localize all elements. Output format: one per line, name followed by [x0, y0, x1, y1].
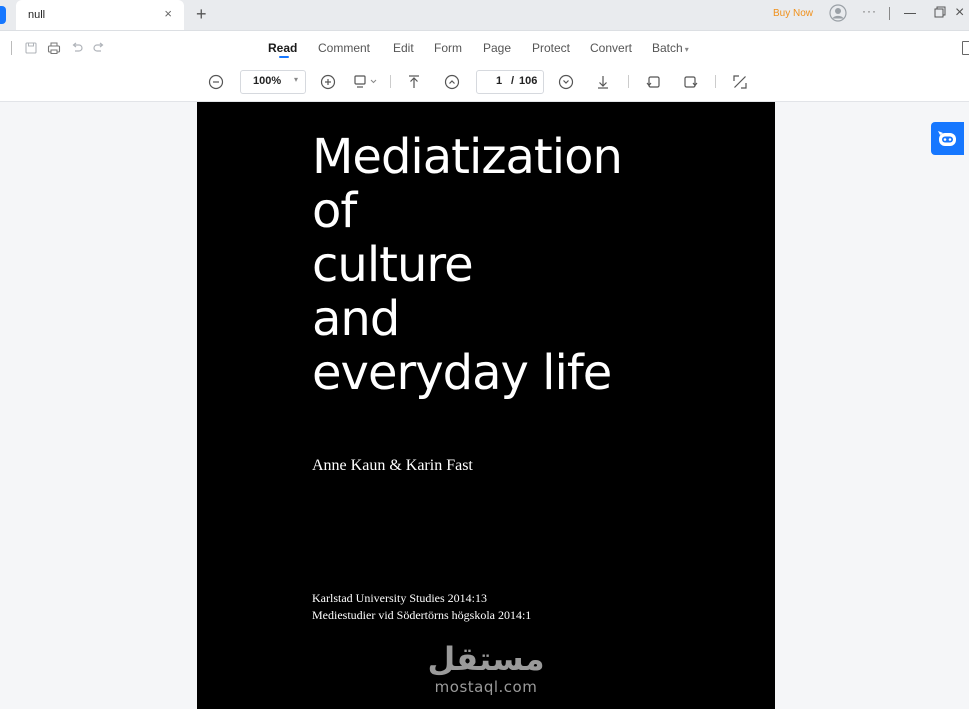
divider — [628, 75, 629, 88]
rotate-left-icon[interactable] — [645, 73, 663, 91]
ai-assistant-icon — [938, 131, 956, 146]
menu-comment[interactable]: Comment — [318, 41, 370, 55]
current-page: 1 — [496, 75, 503, 87]
zoom-value: 100% — [253, 75, 282, 87]
rotate-right-icon[interactable] — [681, 73, 699, 91]
first-page-icon[interactable] — [405, 73, 423, 91]
divider — [715, 75, 716, 88]
restore-window-icon[interactable] — [934, 6, 946, 18]
undo-icon[interactable] — [69, 40, 85, 56]
cover-series: Karlstad University Studies 2014:13 Medi… — [312, 590, 531, 624]
watermark-arabic: مستقل — [427, 640, 545, 678]
zoom-out-icon[interactable] — [207, 73, 225, 91]
redo-icon[interactable] — [91, 40, 107, 56]
more-options-icon[interactable]: ··· — [862, 4, 877, 18]
print-icon[interactable] — [46, 40, 62, 56]
menu-batch[interactable]: Batch ▾ — [652, 41, 689, 55]
series-line: Mediestudier vid Södertörns högskola 201… — [312, 608, 532, 622]
new-tab-icon[interactable]: + — [196, 4, 207, 24]
cover-title-line: and — [312, 291, 400, 347]
ai-assistant-button[interactable] — [931, 122, 964, 155]
cover-title-line: of — [312, 183, 357, 239]
previous-page-icon[interactable] — [443, 73, 461, 91]
chevron-down-icon: ▾ — [293, 75, 298, 84]
next-page-icon[interactable] — [557, 73, 575, 91]
menu-protect[interactable]: Protect — [532, 41, 570, 55]
cover-title: Mediatization of culture and everyday li… — [312, 130, 752, 400]
zoom-in-icon[interactable] — [319, 73, 337, 91]
series-line: Karlstad University Studies 2014:13 — [312, 591, 487, 605]
menu-batch-label: Batch — [652, 41, 683, 55]
cover-title-line: Mediatization — [312, 129, 623, 185]
divider — [11, 41, 12, 55]
page-number-input[interactable]: 1 / 106 — [476, 70, 544, 94]
tab-title: null — [28, 9, 46, 21]
buy-now-link[interactable]: Buy Now — [773, 8, 813, 19]
app-logo-icon — [0, 6, 6, 24]
tab-close-icon[interactable]: × — [164, 7, 172, 21]
menu-convert[interactable]: Convert — [590, 41, 632, 55]
menu-bar: Read Comment Edit Form Page Protect Conv… — [0, 31, 969, 65]
divider — [390, 75, 391, 88]
pdf-page: Mediatization of culture and everyday li… — [197, 102, 775, 709]
fullscreen-icon[interactable] — [731, 73, 749, 91]
last-page-icon[interactable] — [594, 73, 612, 91]
divider — [889, 7, 890, 20]
close-window-icon[interactable]: × — [955, 3, 964, 23]
panel-toggle-icon[interactable] — [962, 41, 969, 55]
menu-form[interactable]: Form — [434, 41, 462, 55]
save-icon[interactable] — [23, 40, 39, 56]
document-tab[interactable]: null × — [16, 0, 184, 30]
menu-page[interactable]: Page — [483, 41, 511, 55]
minimize-icon[interactable] — [904, 13, 916, 14]
view-mode-icon[interactable] — [353, 73, 379, 91]
zoom-select[interactable]: 100% ▾ — [240, 70, 306, 94]
cover-authors: Anne Kaun & Karin Fast — [312, 457, 473, 474]
watermark: مستقل mostaql.com — [426, 640, 546, 702]
cover-title-line: everyday life — [312, 345, 612, 401]
menu-edit[interactable]: Edit — [393, 41, 414, 55]
menu-read[interactable]: Read — [268, 41, 297, 55]
total-pages: 106 — [519, 75, 538, 87]
cover-title-line: culture — [312, 237, 474, 293]
view-toolbar: 100% ▾ 1 / 106 — [0, 65, 969, 102]
watermark-latin: mostaql.com — [434, 678, 538, 696]
tab-bar: null × + Buy Now ··· × — [0, 0, 969, 31]
user-avatar-icon[interactable] — [829, 4, 847, 22]
chevron-down-icon: ▾ — [684, 45, 689, 54]
page-separator: / — [511, 75, 515, 87]
active-tab-indicator — [279, 56, 289, 58]
